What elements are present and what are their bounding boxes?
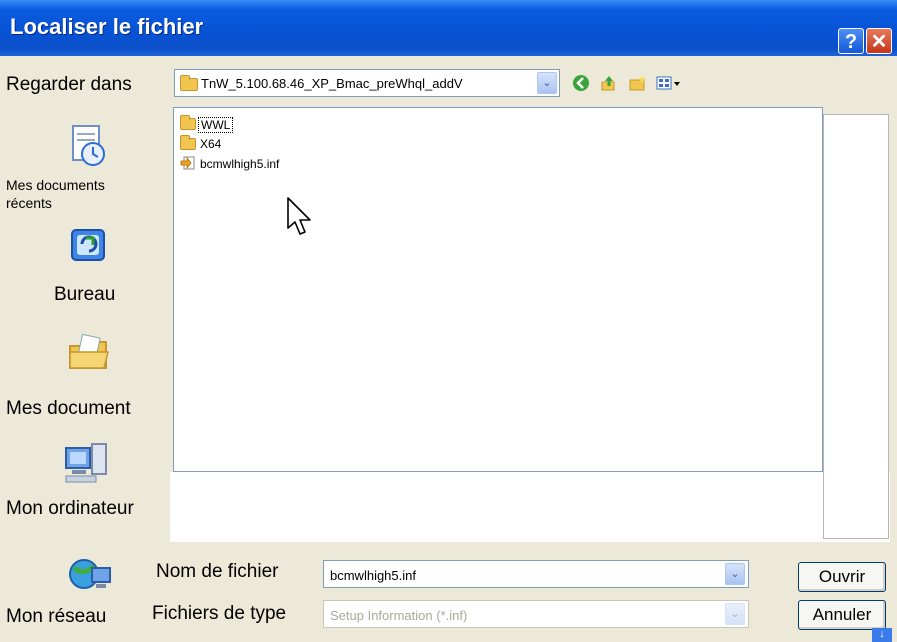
folder-icon [180, 115, 196, 130]
file-list[interactable]: WWL X64 bcmwlhigh5.inf [173, 107, 823, 472]
my-documents-icon [66, 330, 112, 376]
place-recent-label: Mes documents récents [6, 177, 105, 211]
file-type-select[interactable]: Setup Information (*.inf) ⌄ [323, 600, 749, 628]
file-name: bcmwlhigh5.inf [200, 157, 280, 171]
folder-icon [180, 135, 196, 150]
file-name-label: Nom de fichier [156, 561, 279, 582]
views-menu-icon[interactable] [656, 74, 682, 92]
open-button[interactable]: Ouvrir [798, 562, 886, 592]
place-my-network-label: Mon réseau [6, 606, 107, 627]
cancel-button[interactable]: Annuler [798, 600, 886, 630]
file-type-label: Fichiers de type [152, 603, 287, 624]
preview-pane [823, 114, 889, 539]
place-my-computer-label: Mon ordinateur [6, 498, 134, 519]
file-type-value: Setup Information (*.inf) [330, 608, 468, 623]
look-in-dropdown[interactable]: TnW_5.100.68.46_XP_Bmac_preWhql_addV ⌄ [174, 69, 560, 97]
title-bar[interactable]: Localiser le fichier ? ✕ [0, 0, 897, 56]
look-in-value: TnW_5.100.68.46_XP_Bmac_preWhql_addV [201, 76, 463, 91]
back-arrow-icon[interactable] [572, 74, 590, 92]
file-dialog: Localiser le fichier ? ✕ Regarder dans T… [0, 0, 897, 642]
file-list-background [170, 472, 890, 542]
chevron-down-icon[interactable]: ⌄ [725, 603, 745, 625]
close-button[interactable]: ✕ [866, 28, 892, 54]
chevron-down-icon[interactable]: ⌄ [537, 72, 557, 94]
place-recent[interactable]: Mes documents récents [6, 112, 180, 212]
file-name-value: bcmwlhigh5.inf [330, 568, 416, 583]
file-name: X64 [200, 137, 222, 151]
window-title: Localiser le fichier [10, 14, 204, 39]
folder-icon [180, 75, 198, 91]
place-desktop[interactable]: Bureau [10, 220, 180, 320]
place-my-documents[interactable]: Mes document [6, 324, 180, 424]
place-my-computer[interactable]: Mon ordinateur [6, 434, 180, 534]
setup-info-file-icon [180, 156, 196, 170]
help-button[interactable]: ? [838, 28, 864, 54]
places-bar: Mes documents récents Bureau Mes documen… [6, 112, 168, 632]
mouse-cursor-icon [286, 196, 316, 240]
new-folder-icon[interactable] [628, 74, 646, 92]
file-name: WWL [198, 117, 234, 133]
place-desktop-label: Bureau [54, 284, 116, 305]
my-network-icon [66, 554, 112, 600]
up-folder-icon[interactable] [600, 74, 618, 92]
place-my-documents-label: Mes document [6, 398, 131, 419]
recent-documents-icon [65, 122, 111, 168]
my-computer-icon [62, 440, 108, 486]
desktop-icon [66, 224, 112, 270]
chevron-down-icon[interactable]: ⌄ [725, 563, 745, 585]
file-name-field[interactable]: bcmwlhigh5.inf ⌄ [323, 560, 749, 588]
look-in-label: Regarder dans [6, 74, 132, 95]
download-arrow-icon: ↓ [872, 628, 892, 642]
